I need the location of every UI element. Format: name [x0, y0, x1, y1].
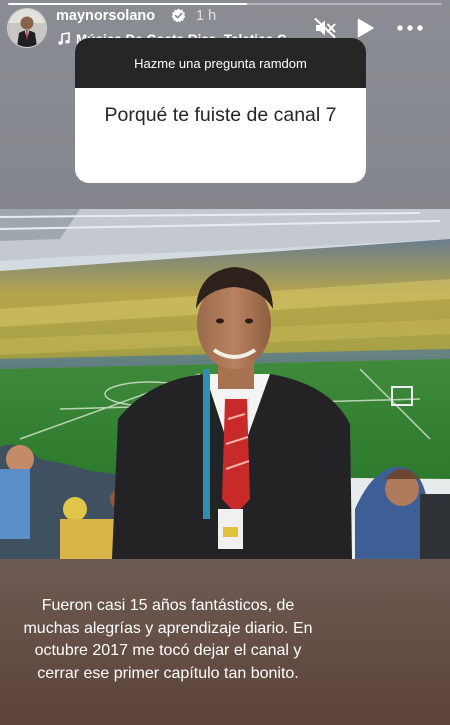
post-time: 1 h — [196, 8, 217, 24]
more-options-icon[interactable] — [396, 17, 424, 39]
story-caption: Fueron casi 15 años fantásticos, de much… — [23, 597, 313, 682]
question-answer: Porqué te fuiste de canal 7 — [104, 104, 337, 126]
verified-badge-icon — [171, 8, 186, 23]
story-photo — [0, 209, 450, 559]
question-prompt: Hazme una pregunta ramdom — [134, 55, 307, 71]
play-icon[interactable] — [354, 17, 376, 39]
question-sticker[interactable]: Hazme una pregunta ramdom Porqué te fuis… — [75, 38, 366, 183]
profile-avatar[interactable] — [7, 8, 47, 48]
muted-speaker-icon[interactable] — [313, 16, 337, 40]
question-sticker-header: Hazme una pregunta ramdom — [75, 38, 366, 88]
username[interactable]: maynorsolano — [56, 8, 155, 24]
music-note-icon — [58, 32, 70, 45]
